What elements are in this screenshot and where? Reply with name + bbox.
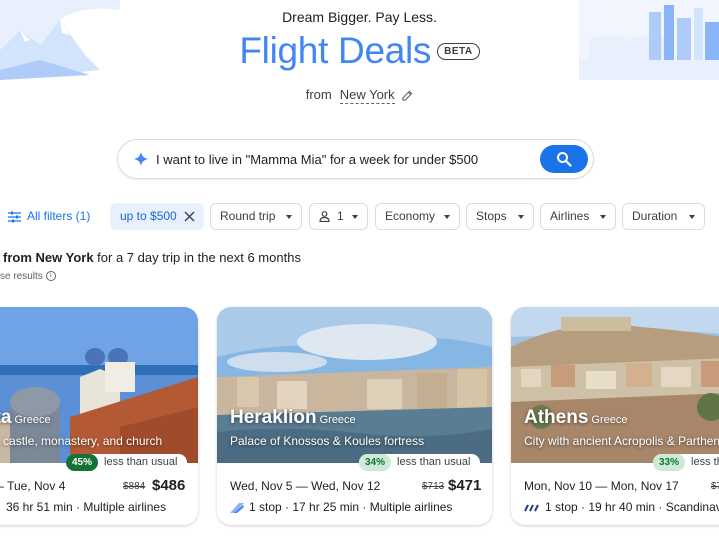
cabin-label: Economy [385, 209, 436, 223]
search-button[interactable] [540, 145, 588, 173]
deal-percent: 34% [359, 454, 392, 471]
destination-city: nta [0, 407, 12, 428]
stops-dropdown[interactable]: Stops [466, 203, 534, 230]
duration-dropdown[interactable]: Duration [622, 203, 705, 230]
search-icon [557, 152, 572, 167]
results-subtitle: se results i [0, 271, 56, 282]
sparkle-icon [134, 152, 148, 166]
all-filters-button[interactable]: All filters (1) [8, 203, 90, 230]
destination-country: Greece [14, 414, 51, 426]
deal-price: $486 [152, 477, 186, 494]
deal-text: less than usual [104, 456, 178, 468]
deal-badge: 34% less than usual [359, 454, 481, 471]
trip-dates: Mon, Nov 10 — Mon, Nov 17 [524, 479, 679, 493]
pencil-icon[interactable] [402, 90, 413, 101]
chevron-down-icon [444, 215, 450, 219]
usual-price: $884 [123, 481, 146, 492]
passengers-count: 1 [337, 209, 344, 223]
tagline: Dream Bigger. Pay Less. [282, 9, 437, 25]
flight-details: 1 stop · 17 hr 25 min · Multiple airline… [230, 500, 452, 514]
chevron-down-icon [352, 215, 358, 219]
results-heading: from New York for a 7 day trip in the ne… [3, 250, 301, 265]
deal-text: less than usual [397, 456, 471, 468]
destination-country: Greece [591, 414, 628, 426]
airline-logo-icon [230, 502, 244, 513]
flight-details: 36 hr 51 min · Multiple airlines [6, 500, 167, 514]
flight-details: 1 stop · 19 hr 40 min · Scandinavian [524, 500, 719, 514]
chevron-down-icon [518, 215, 524, 219]
origin-row: from New York [0, 87, 719, 104]
destination-country: Greece [319, 414, 356, 426]
search-input[interactable]: I want to live in "Mamma Mia" for a week… [156, 152, 478, 167]
search-box[interactable]: I want to live in "Mamma Mia" for a week… [117, 139, 594, 179]
filter-bar: All filters (1) up to $500 Round trip 1 … [0, 203, 719, 231]
close-icon[interactable] [184, 211, 195, 222]
destination-description: City with ancient Acropolis & Parthenon [524, 434, 719, 448]
destination-description: Palace of Knossos & Koules fortress [230, 434, 425, 448]
destination-description: na, castle, monastery, and church [0, 434, 163, 448]
flight-details-text: 1 stop · 17 hr 25 min · Multiple airline… [249, 500, 453, 514]
deal-percent: 33% [653, 454, 686, 471]
trip-type-dropdown[interactable]: Round trip [210, 203, 302, 230]
destination-card[interactable]: Athens Greece City with ancient Acropolis… [511, 307, 719, 525]
trip-dates: Wed, Nov 5 — Wed, Nov 12 [230, 479, 381, 493]
destination-city: Athens [524, 407, 589, 428]
destination-card[interactable]: Heraklion Greece Palace of Knossos & Koul… [217, 307, 492, 525]
results-subtitle-text: se results [0, 271, 43, 282]
sas-airline-logo-icon [524, 504, 539, 512]
cabin-dropdown[interactable]: Economy [375, 203, 460, 230]
info-icon[interactable]: i [45, 271, 56, 282]
deal-badge: 33% less than usual [653, 454, 719, 471]
chevron-down-icon [286, 215, 292, 219]
results-heading-bold: from New York [3, 250, 94, 265]
destination-city: Heraklion [230, 407, 317, 428]
duration-label: Duration [632, 209, 678, 223]
deal-text: less than usual [691, 456, 719, 468]
title-row: Flight Deals BETA [0, 30, 719, 72]
usual-price: $713 [422, 481, 445, 492]
airlines-label: Airlines [550, 209, 590, 223]
destination-name: Heraklion Greece [230, 407, 356, 429]
price-filter-label: up to $500 [120, 209, 177, 223]
trip-dates: — Tue, Nov 4 [0, 479, 66, 493]
origin-city-selector[interactable]: New York [339, 87, 395, 104]
price-filter-chip[interactable]: up to $500 [110, 203, 204, 230]
from-label: from [305, 87, 332, 102]
flight-details-text: 1 stop · 19 hr 40 min · Scandinavian [545, 500, 719, 514]
results-heading-rest: for a 7 day trip in the next 6 months [93, 250, 301, 265]
deal-badge: 45% less than usual [66, 454, 188, 471]
page-title: Flight Deals [239, 30, 432, 71]
person-icon [319, 211, 330, 223]
passengers-dropdown[interactable]: 1 [309, 203, 368, 230]
destination-name: ntaGreece [0, 407, 51, 429]
beta-badge: BETA [437, 42, 480, 60]
usual-price: $7 [711, 481, 719, 492]
all-filters-label: All filters (1) [27, 209, 91, 223]
deal-price: $471 [448, 477, 482, 494]
hero-header: Dream Bigger. Pay Less. Flight Deals BETA… [0, 0, 719, 130]
chevron-down-icon [600, 215, 606, 219]
destination-card[interactable]: ntaGreece na, castle, monastery, and chu… [0, 307, 198, 525]
trip-type-label: Round trip [220, 209, 276, 223]
airlines-dropdown[interactable]: Airlines [540, 203, 616, 230]
chevron-down-icon [689, 215, 695, 219]
destination-name: Athens Greece [524, 407, 627, 429]
deal-percent: 45% [66, 454, 99, 471]
stops-label: Stops [476, 209, 507, 223]
tune-icon [8, 211, 21, 223]
